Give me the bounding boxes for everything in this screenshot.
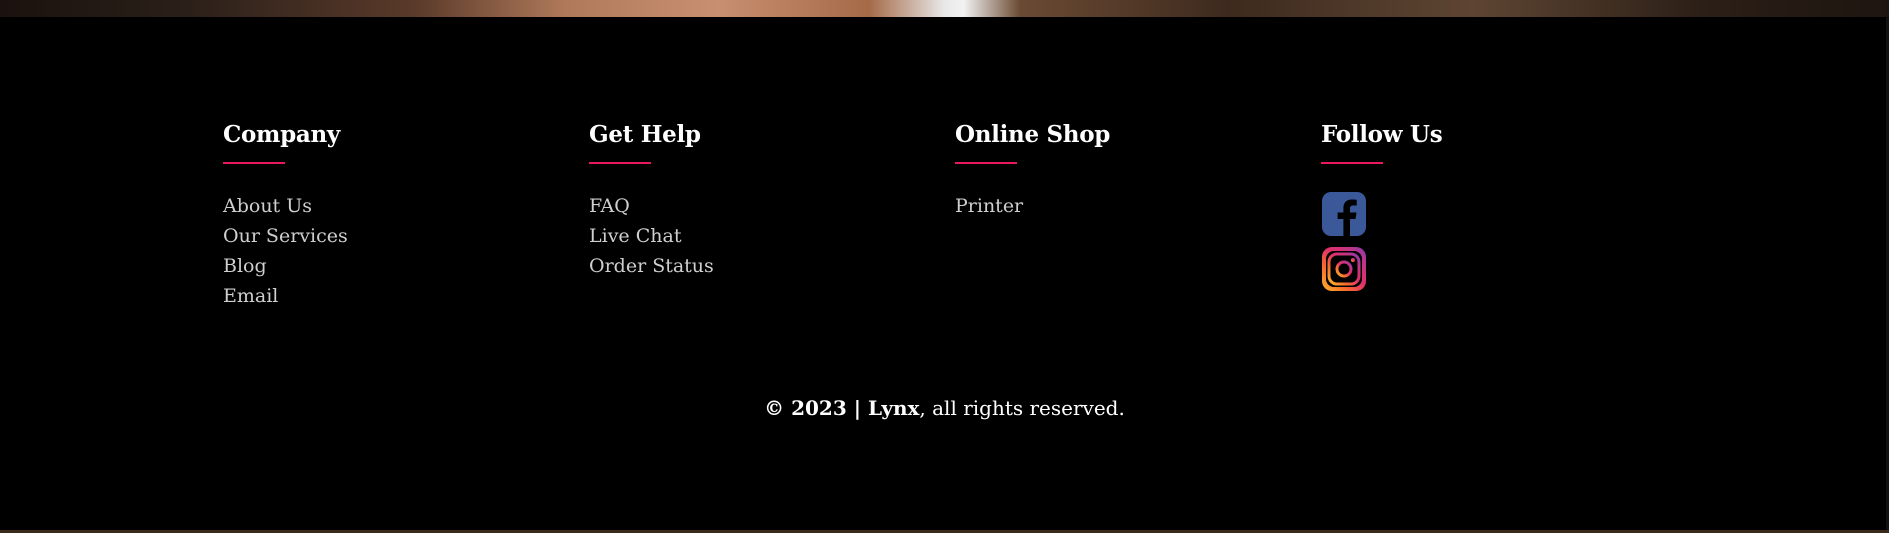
copyright-text: © 2023 | Lynx, all rights reserved. xyxy=(0,396,1889,420)
heading-underline xyxy=(589,162,651,164)
link-list: Printer xyxy=(955,191,1110,221)
footer-column-follow-us: Follow Us xyxy=(1321,120,1443,301)
footer-column-company: Company About Us Our Services Blog Email xyxy=(223,120,348,311)
footer-link-blog[interactable]: Blog xyxy=(223,251,348,281)
heading-underline xyxy=(955,162,1017,164)
footer-link-email[interactable]: Email xyxy=(223,281,348,311)
hero-image-strip xyxy=(0,0,1889,17)
instagram-icon[interactable] xyxy=(1321,246,1367,292)
column-heading: Company xyxy=(223,121,340,148)
heading-underline xyxy=(1321,162,1383,164)
column-heading: Follow Us xyxy=(1321,121,1443,148)
copyright-suffix: , all rights reserved. xyxy=(919,396,1125,420)
column-heading: Get Help xyxy=(589,121,701,148)
link-list: FAQ Live Chat Order Status xyxy=(589,191,714,281)
footer-link-about-us[interactable]: About Us xyxy=(223,191,348,221)
footer-link-faq[interactable]: FAQ xyxy=(589,191,714,221)
heading-underline xyxy=(223,162,285,164)
copyright-brand: © 2023 | Lynx xyxy=(764,396,920,420)
footer-link-order-status[interactable]: Order Status xyxy=(589,251,714,281)
link-list: About Us Our Services Blog Email xyxy=(223,191,348,311)
footer-column-online-shop: Online Shop Printer xyxy=(955,120,1110,221)
footer-link-our-services[interactable]: Our Services xyxy=(223,221,348,251)
footer-link-printer[interactable]: Printer xyxy=(955,191,1110,221)
footer-column-get-help: Get Help FAQ Live Chat Order Status xyxy=(589,120,714,281)
facebook-icon[interactable] xyxy=(1321,191,1367,237)
column-heading: Online Shop xyxy=(955,121,1111,148)
footer-link-live-chat[interactable]: Live Chat xyxy=(589,221,714,251)
